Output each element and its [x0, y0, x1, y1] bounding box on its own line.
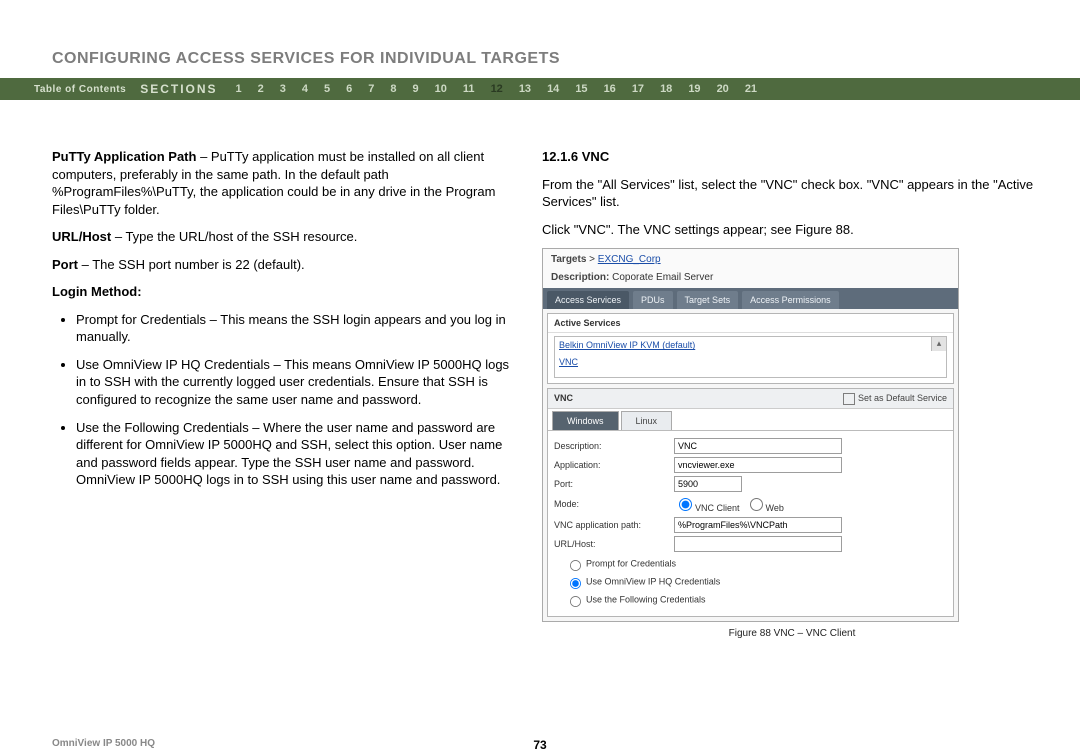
active-services-block: Active Services Belkin OmniView IP KVM (… [547, 313, 954, 384]
section-link-15[interactable]: 15 [575, 83, 587, 95]
vnc-form: Description: Application: Port: Mode: VN… [548, 431, 953, 616]
targets-label: Targets [551, 254, 586, 265]
desc-field-label: Description: [554, 440, 674, 452]
section-link-18[interactable]: 18 [660, 83, 672, 95]
section-link-9[interactable]: 9 [413, 83, 419, 95]
port-label: Port [52, 257, 78, 272]
section-link-21[interactable]: 21 [745, 83, 757, 95]
section-link-11[interactable]: 11 [463, 83, 475, 95]
urlhost-text: – Type the URL/host of the SSH resource. [111, 229, 357, 244]
port-field-label: Port: [554, 478, 674, 490]
vnc-path-label: VNC application path: [554, 519, 674, 531]
port-input[interactable] [674, 476, 742, 492]
section-link-10[interactable]: 10 [435, 83, 447, 95]
subtab-windows[interactable]: Windows [552, 411, 619, 430]
breadcrumb-target[interactable]: EXCNG_Corp [598, 254, 661, 265]
section-link-8[interactable]: 8 [390, 83, 396, 95]
figure-breadcrumb: Targets > EXCNG_Corp [543, 249, 958, 271]
list-item: Prompt for Credentials – This means the … [76, 311, 512, 346]
service-link[interactable]: VNC [555, 354, 946, 370]
content-area: PuTTy Application Path – PuTTy applicati… [0, 100, 1080, 645]
left-column: PuTTy Application Path – PuTTy applicati… [52, 148, 542, 645]
page-title: CONFIGURING ACCESS SERVICES FOR INDIVIDU… [0, 0, 1080, 78]
figure-caption: Figure 88 VNC – VNC Client [542, 622, 1042, 646]
description-input[interactable] [674, 438, 842, 454]
urlhost-field-label: URL/Host: [554, 538, 674, 550]
subtab-linux[interactable]: Linux [621, 411, 673, 430]
section-link-2[interactable]: 2 [258, 83, 264, 95]
section-link-1[interactable]: 1 [236, 83, 242, 95]
list-item: Use the Following Credentials – Where th… [76, 419, 512, 489]
figure-88: Targets > EXCNG_Corp Description: Copora… [542, 248, 959, 622]
right-p2: Click "VNC". The VNC settings appear; se… [542, 221, 1042, 239]
os-subtabs: WindowsLinux [548, 409, 953, 431]
desc-value: Coporate Email Server [612, 272, 713, 283]
port-text: – The SSH port number is 22 (default). [78, 257, 305, 272]
login-method-list: Prompt for Credentials – This means the … [52, 311, 512, 489]
section-link-14[interactable]: 14 [547, 83, 559, 95]
radio-cred[interactable] [570, 560, 581, 571]
cred-option[interactable]: Use the Following Credentials [564, 592, 947, 608]
toc-link[interactable]: Table of Contents [34, 84, 126, 95]
vnc-heading: 12.1.6 VNC [542, 148, 1042, 166]
tab-pdus[interactable]: PDUs [633, 291, 673, 309]
section-link-4[interactable]: 4 [302, 83, 308, 95]
vnc-config-block: VNC Set as Default Service WindowsLinux … [547, 388, 954, 616]
desc-label: Description: [551, 272, 609, 283]
right-column: 12.1.6 VNC From the "All Services" list,… [542, 148, 1042, 645]
nav-bar: Table of Contents SECTIONS 1234567891011… [0, 78, 1080, 100]
sections-label: SECTIONS [140, 82, 217, 96]
credentials-group: Prompt for Credentials Use OmniView IP HQ… [564, 556, 947, 608]
urlhost-label: URL/Host [52, 229, 111, 244]
mode-vnc-client[interactable]: VNC Client [674, 495, 740, 514]
tab-target-sets[interactable]: Target Sets [677, 291, 739, 309]
urlhost-input[interactable] [674, 536, 842, 552]
radio-vnc-client[interactable] [679, 498, 692, 511]
application-input[interactable] [674, 457, 842, 473]
section-link-7[interactable]: 7 [368, 83, 374, 95]
cred-option[interactable]: Use OmniView IP HQ Credentials [564, 574, 947, 590]
section-link-20[interactable]: 20 [717, 83, 729, 95]
login-method-head: Login Method: [52, 283, 512, 301]
product-name: OmniView IP 5000 HQ [52, 738, 155, 749]
radio-cred[interactable] [570, 578, 581, 589]
vnc-block-label: VNC [554, 392, 573, 404]
mode-field-label: Mode: [554, 498, 674, 510]
checkbox-icon[interactable] [843, 393, 855, 405]
section-link-19[interactable]: 19 [688, 83, 700, 95]
active-services-list: Belkin OmniView IP KVM (default)VNC ▴ [554, 336, 947, 378]
app-field-label: Application: [554, 459, 674, 471]
figure-tabs: Access ServicesPDUsTarget SetsAccess Per… [543, 288, 958, 309]
set-default-label: Set as Default Service [858, 392, 947, 404]
page-number: 73 [533, 738, 546, 752]
figure-desc-row: Description: Coporate Email Server [543, 271, 958, 289]
putty-label: PuTTy Application Path [52, 149, 196, 164]
vnc-path-input[interactable] [674, 517, 842, 533]
section-link-6[interactable]: 6 [346, 83, 352, 95]
set-default-service[interactable]: Set as Default Service [843, 392, 947, 404]
tab-access-services[interactable]: Access Services [547, 291, 629, 309]
list-item: Use OmniView IP HQ Credentials – This me… [76, 356, 512, 409]
mode-web[interactable]: Web [745, 495, 784, 514]
section-link-5[interactable]: 5 [324, 83, 330, 95]
scroll-up-icon[interactable]: ▴ [931, 337, 946, 351]
section-link-17[interactable]: 17 [632, 83, 644, 95]
radio-cred[interactable] [570, 596, 581, 607]
tab-access-permissions[interactable]: Access Permissions [742, 291, 839, 309]
cred-option[interactable]: Prompt for Credentials [564, 556, 947, 572]
service-link[interactable]: Belkin OmniView IP KVM (default) [555, 337, 946, 353]
section-link-13[interactable]: 13 [519, 83, 531, 95]
section-link-12[interactable]: 12 [491, 83, 503, 95]
section-link-3[interactable]: 3 [280, 83, 286, 95]
right-p1: From the "All Services" list, select the… [542, 176, 1042, 211]
radio-web[interactable] [750, 498, 763, 511]
section-link-16[interactable]: 16 [604, 83, 616, 95]
active-services-label: Active Services [548, 314, 953, 333]
